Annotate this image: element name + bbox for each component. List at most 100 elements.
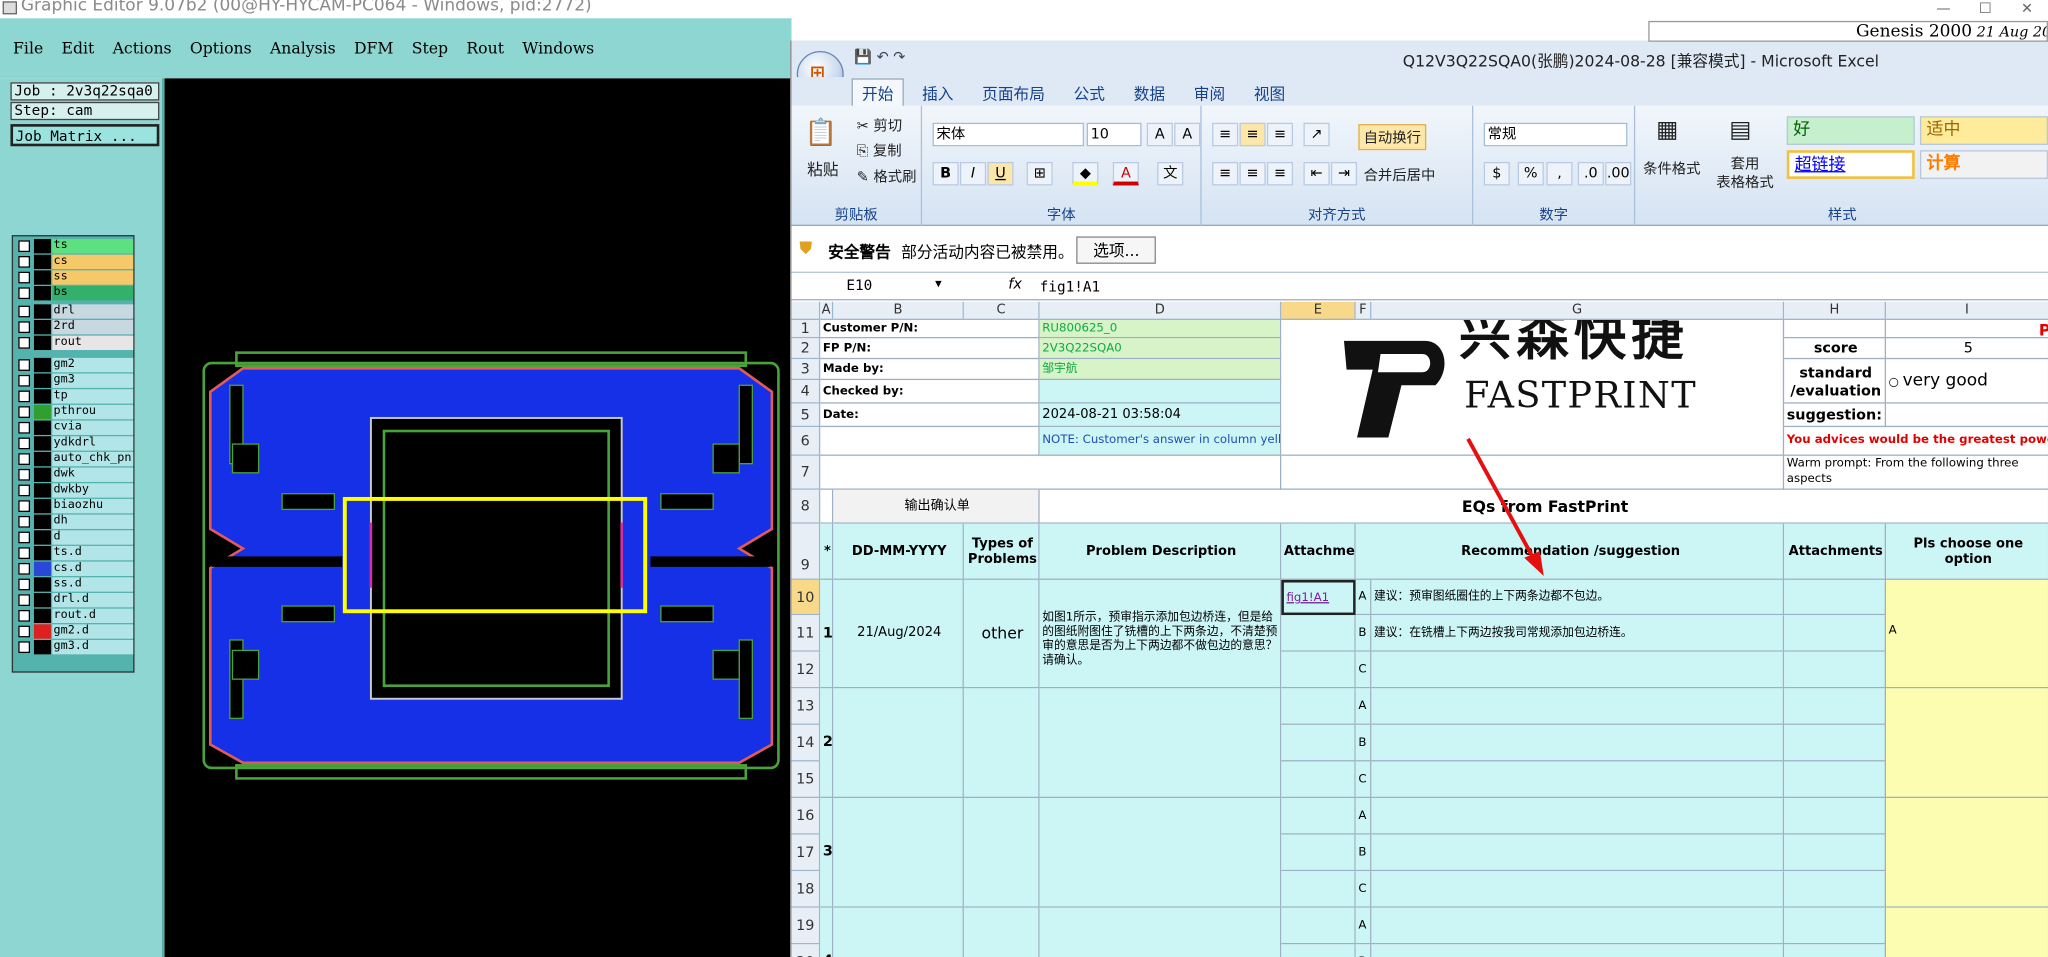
close-icon[interactable]: ✕ <box>2006 0 2048 17</box>
layer-row[interactable]: 2rd <box>16 319 134 335</box>
currency-icon[interactable]: $ <box>1483 161 1510 186</box>
layer-checkbox[interactable] <box>18 421 31 434</box>
attachments-cell[interactable] <box>1784 834 1887 872</box>
conditional-format-button[interactable]: 条件格式 <box>1643 158 1700 179</box>
eq1-option-a[interactable]: 建议：预审图纸圈住的上下两条边都不包边。 <box>1371 579 1785 616</box>
i1-blank[interactable] <box>1886 320 2048 339</box>
eq-option[interactable] <box>1371 688 1785 725</box>
suggestion-label[interactable]: suggestion: <box>1784 403 1887 428</box>
layer-checkbox[interactable] <box>18 641 31 654</box>
layer-checkbox[interactable] <box>18 406 31 418</box>
row-header[interactable]: 7 <box>791 455 821 490</box>
eq-option[interactable] <box>1371 761 1785 799</box>
redo-icon[interactable]: ↷ <box>893 48 905 65</box>
col-header-types[interactable]: Types of Problems <box>963 523 1040 580</box>
align-center-icon[interactable]: ≡ <box>1239 161 1266 186</box>
layer-checkbox[interactable] <box>18 453 31 465</box>
formula-input[interactable]: fig1!A1 <box>1040 278 1101 295</box>
column-header[interactable]: I <box>1886 301 2048 320</box>
attachments-cell[interactable] <box>1784 579 1887 616</box>
header-value-fp_pn[interactable]: 2V3Q22SQA0 <box>1039 338 1282 360</box>
option-letter[interactable]: B <box>1355 615 1372 652</box>
eq-date[interactable] <box>833 688 964 799</box>
comma-icon[interactable]: , <box>1546 161 1573 186</box>
eq-option[interactable] <box>1371 871 1785 908</box>
layer-checkbox[interactable] <box>18 484 31 497</box>
row-header[interactable]: 2 <box>791 338 821 360</box>
wrap-text-button[interactable]: 自动换行 <box>1358 124 1427 151</box>
layer-checkbox[interactable] <box>18 578 31 591</box>
menu-step[interactable]: Step <box>412 39 448 57</box>
layer-checkbox[interactable] <box>18 305 31 318</box>
menu-edit[interactable]: Edit <box>62 39 95 57</box>
header-note[interactable]: NOTE: Customer's answer in column yellow… <box>1039 427 1282 456</box>
option-letter[interactable]: B <box>1355 724 1372 762</box>
decrease-decimal-icon[interactable]: .00 <box>1605 161 1632 186</box>
table-format-button[interactable]: 套用 表格格式 <box>1716 155 1773 192</box>
eq-attachment[interactable] <box>1281 688 1356 725</box>
eq-number[interactable]: 3 <box>820 798 834 908</box>
decrease-indent-icon[interactable]: ⇤ <box>1303 161 1330 186</box>
eq-attachment[interactable] <box>1281 944 1356 957</box>
layer-row[interactable]: gm3 <box>16 373 134 388</box>
copy-button[interactable]: ⎘ 复制 <box>857 140 902 161</box>
attachments-cell[interactable] <box>1784 615 1887 652</box>
attachments-cell[interactable] <box>1784 907 1887 945</box>
eq-desc[interactable] <box>1039 688 1282 799</box>
column-header[interactable]: H <box>1784 301 1887 320</box>
tab-page-layout[interactable]: 页面布局 <box>982 82 1045 104</box>
orientation-icon[interactable]: ↗ <box>1303 122 1330 147</box>
italic-icon[interactable]: I <box>959 161 987 186</box>
pcb-canvas[interactable] <box>164 78 792 957</box>
job-matrix-button[interactable]: Job Matrix ... <box>10 124 160 147</box>
attachments-cell[interactable] <box>1784 651 1887 689</box>
column-header[interactable]: G <box>1371 301 1785 320</box>
eq-number[interactable]: 4 <box>820 907 834 957</box>
row-header[interactable]: 16 <box>791 798 821 835</box>
layer-row[interactable]: rout.d <box>16 608 134 624</box>
row-header[interactable]: 14 <box>791 724 821 762</box>
option-letter[interactable]: A <box>1355 579 1372 616</box>
eq-type[interactable] <box>963 688 1040 799</box>
layer-checkbox[interactable] <box>18 271 31 284</box>
menu-dfm[interactable]: DFM <box>354 39 393 57</box>
layer-checkbox[interactable] <box>18 500 31 512</box>
tab-insert[interactable]: 插入 <box>922 82 953 104</box>
maximize-icon[interactable]: ☐ <box>1964 0 2006 17</box>
header-value-customer_pn[interactable]: RU800625_0 <box>1039 319 1282 339</box>
name-box[interactable]: E10 <box>846 277 945 294</box>
layer-checkbox[interactable] <box>18 531 31 544</box>
eq-attachment[interactable] <box>1281 798 1356 835</box>
eq-option[interactable] <box>1371 944 1785 957</box>
attachments-cell[interactable] <box>1784 944 1887 957</box>
eq1-option-c[interactable] <box>1371 651 1785 689</box>
eq1-option-b[interactable]: 建议：在铣槽上下两边按我司常规添加包边桥连。 <box>1371 615 1785 652</box>
table-format-icon[interactable]: ▤ <box>1729 116 1751 143</box>
layer-row[interactable]: ss <box>16 270 134 285</box>
layer-row[interactable]: gm2 <box>16 357 134 373</box>
eq-attachment[interactable] <box>1281 724 1356 762</box>
header-label-made_by[interactable]: Made by: <box>820 359 1040 381</box>
header-label-checked_by[interactable]: Checked by: <box>820 380 1040 404</box>
layer-row[interactable]: bs <box>16 286 134 301</box>
row7-blank[interactable] <box>820 455 1282 490</box>
menu-actions[interactable]: Actions <box>113 39 172 57</box>
row-header[interactable]: 4 <box>791 380 821 404</box>
score-label[interactable]: score <box>1784 338 1887 360</box>
tab-view[interactable]: 视图 <box>1254 82 1285 104</box>
eq-attachment[interactable] <box>1281 907 1356 945</box>
layer-row[interactable]: auto_chk_pn <box>16 451 134 467</box>
align-top-icon[interactable]: ≡ <box>1212 122 1239 147</box>
column-header[interactable]: F <box>1355 301 1372 320</box>
standard-label[interactable]: standard /evaluation <box>1784 359 1887 404</box>
eq1-type[interactable]: other <box>963 579 1040 689</box>
suggestion-value[interactable] <box>1886 404 2048 428</box>
column-header[interactable]: C <box>963 301 1040 320</box>
eqs-title[interactable]: EQs from FastPrint <box>1039 490 2048 524</box>
col-header-star[interactable]: * <box>820 523 834 580</box>
warm-prompt[interactable]: Warm prompt: From the following three as… <box>1784 456 2048 490</box>
attachments-cell[interactable] <box>1784 688 1887 725</box>
layer-checkbox[interactable] <box>18 390 31 403</box>
layer-checkbox[interactable] <box>18 374 31 387</box>
column-header[interactable]: B <box>833 301 964 320</box>
